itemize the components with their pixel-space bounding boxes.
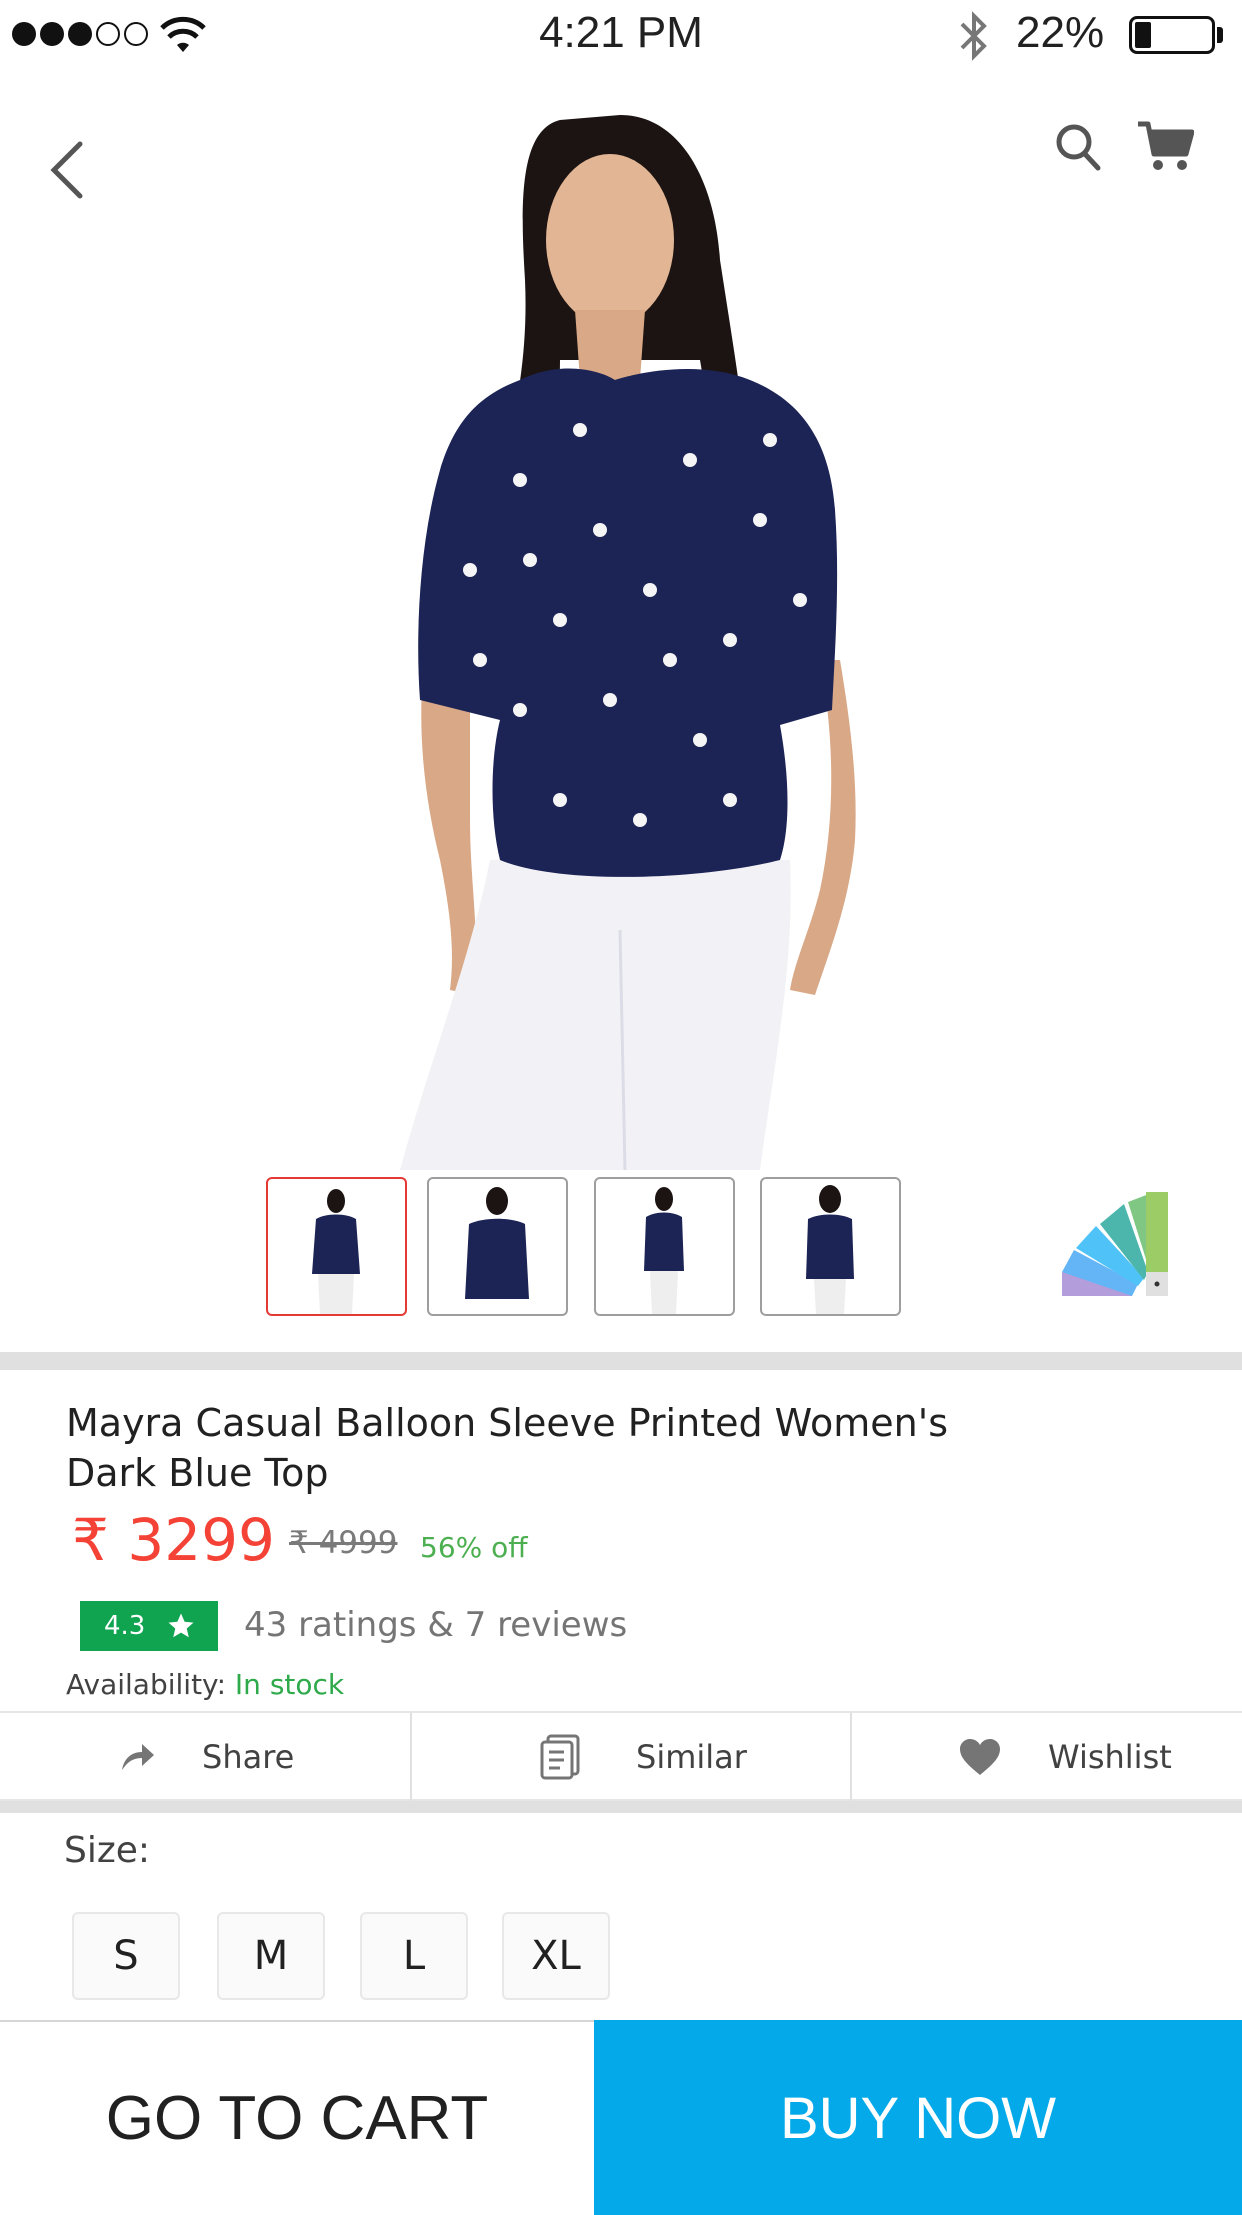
battery-icon bbox=[1129, 16, 1215, 54]
share-icon bbox=[122, 1744, 154, 1770]
size-option-m[interactable]: M bbox=[217, 1912, 325, 2000]
action-bar: Share Similar Wishlist bbox=[0, 1711, 1242, 1801]
section-divider bbox=[0, 1801, 1242, 1813]
back-button[interactable] bbox=[44, 138, 92, 202]
bottom-action-bar: GO TO CART BUY NOW bbox=[0, 2020, 1242, 2215]
wishlist-label: Wishlist bbox=[1048, 1738, 1172, 1776]
buy-now-button[interactable]: BUY NOW bbox=[594, 2020, 1242, 2215]
action-separator bbox=[410, 1713, 412, 1801]
cart-icon[interactable] bbox=[1136, 118, 1194, 174]
ratings-reviews-count[interactable]: 43 ratings & 7 reviews bbox=[244, 1605, 627, 1645]
similar-button[interactable]: Similar bbox=[540, 1713, 850, 1801]
discount-label: 56% off bbox=[420, 1531, 528, 1564]
similar-icon bbox=[540, 1734, 580, 1780]
color-palette-icon[interactable] bbox=[1062, 1192, 1168, 1296]
wishlist-button[interactable]: Wishlist bbox=[958, 1713, 1242, 1801]
thumbnail-2[interactable] bbox=[427, 1177, 568, 1316]
thumbnail-3[interactable] bbox=[594, 1177, 735, 1316]
size-option-s[interactable]: S bbox=[72, 1912, 180, 2000]
heart-icon bbox=[960, 1739, 1000, 1775]
availability: Availability: In stock bbox=[66, 1668, 344, 1701]
battery-tip bbox=[1217, 27, 1223, 43]
action-separator bbox=[850, 1713, 852, 1801]
star-icon bbox=[168, 1613, 194, 1638]
section-divider bbox=[0, 1352, 1242, 1370]
search-icon[interactable] bbox=[1054, 122, 1102, 174]
product-price: ₹ 3299 bbox=[72, 1506, 275, 1574]
rating-value: 4.3 bbox=[104, 1611, 146, 1641]
availability-status: In stock bbox=[234, 1668, 345, 1701]
battery-percent: 22% bbox=[1016, 8, 1105, 57]
original-price: ₹ 4999 bbox=[289, 1525, 398, 1561]
bluetooth-icon bbox=[960, 11, 987, 61]
thumbnail-4[interactable] bbox=[760, 1177, 901, 1316]
share-label: Share bbox=[202, 1738, 295, 1776]
size-label: Size: bbox=[64, 1830, 151, 1871]
similar-label: Similar bbox=[636, 1738, 747, 1776]
go-to-cart-button[interactable]: GO TO CART bbox=[0, 2022, 594, 2215]
product-title: Mayra Casual Balloon Sleeve Printed Wome… bbox=[66, 1401, 948, 1495]
rating-badge[interactable]: 4.3 bbox=[80, 1601, 218, 1651]
thumbnail-1[interactable] bbox=[266, 1177, 407, 1316]
share-button[interactable]: Share bbox=[120, 1713, 410, 1801]
size-option-xl[interactable]: XL bbox=[502, 1912, 610, 2000]
availability-label: Availability: bbox=[66, 1668, 227, 1701]
size-option-l[interactable]: L bbox=[360, 1912, 468, 2000]
product-image[interactable] bbox=[0, 60, 1242, 1170]
